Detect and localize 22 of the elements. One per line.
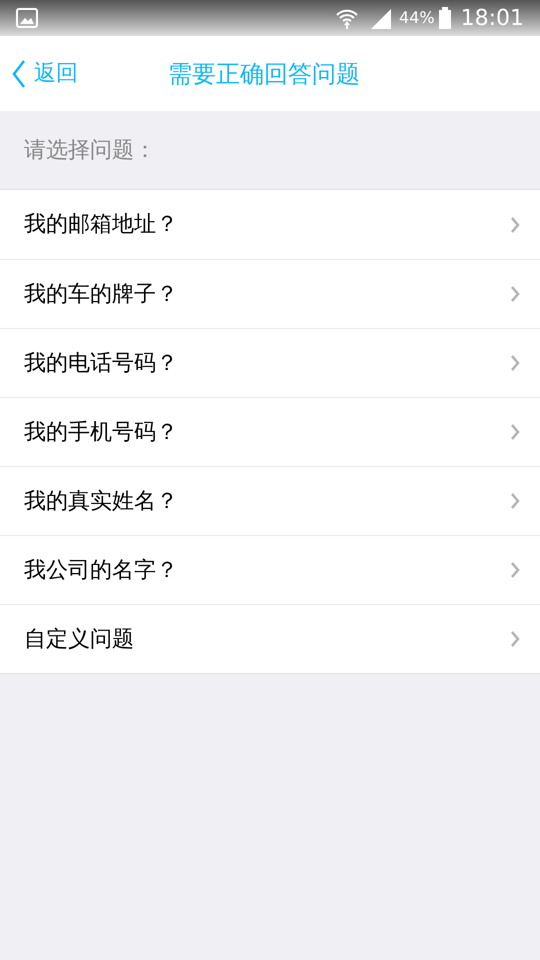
question-item[interactable]: 自定义问题 (0, 604, 540, 673)
chevron-right-icon (510, 216, 520, 234)
question-item[interactable]: 我的真实姓名？ (0, 466, 540, 535)
section-label: 请选择问题： (23, 136, 157, 164)
question-item[interactable]: 我公司的名字？ (0, 535, 540, 604)
question-item[interactable]: 我的手机号码？ (0, 397, 540, 466)
chevron-right-icon (510, 492, 520, 510)
question-item[interactable]: 我的邮箱地址？ (0, 190, 540, 259)
image-icon (16, 8, 38, 28)
question-item[interactable]: 我的电话号码？ (0, 328, 540, 397)
page-title: 需要正确回答问题 (168, 58, 360, 90)
signal-icon (369, 7, 394, 29)
chevron-right-icon (510, 285, 520, 303)
chevron-right-icon (510, 354, 520, 372)
battery-percent: 44% (399, 7, 435, 29)
chevron-right-icon (510, 561, 520, 579)
chevron-right-icon (510, 423, 520, 441)
clock: 18:01 (460, 4, 524, 32)
chevron-right-icon (510, 630, 520, 648)
wifi-icon (335, 7, 360, 29)
battery-icon (438, 7, 451, 29)
question-item[interactable]: 我的车的牌子？ (0, 259, 540, 328)
